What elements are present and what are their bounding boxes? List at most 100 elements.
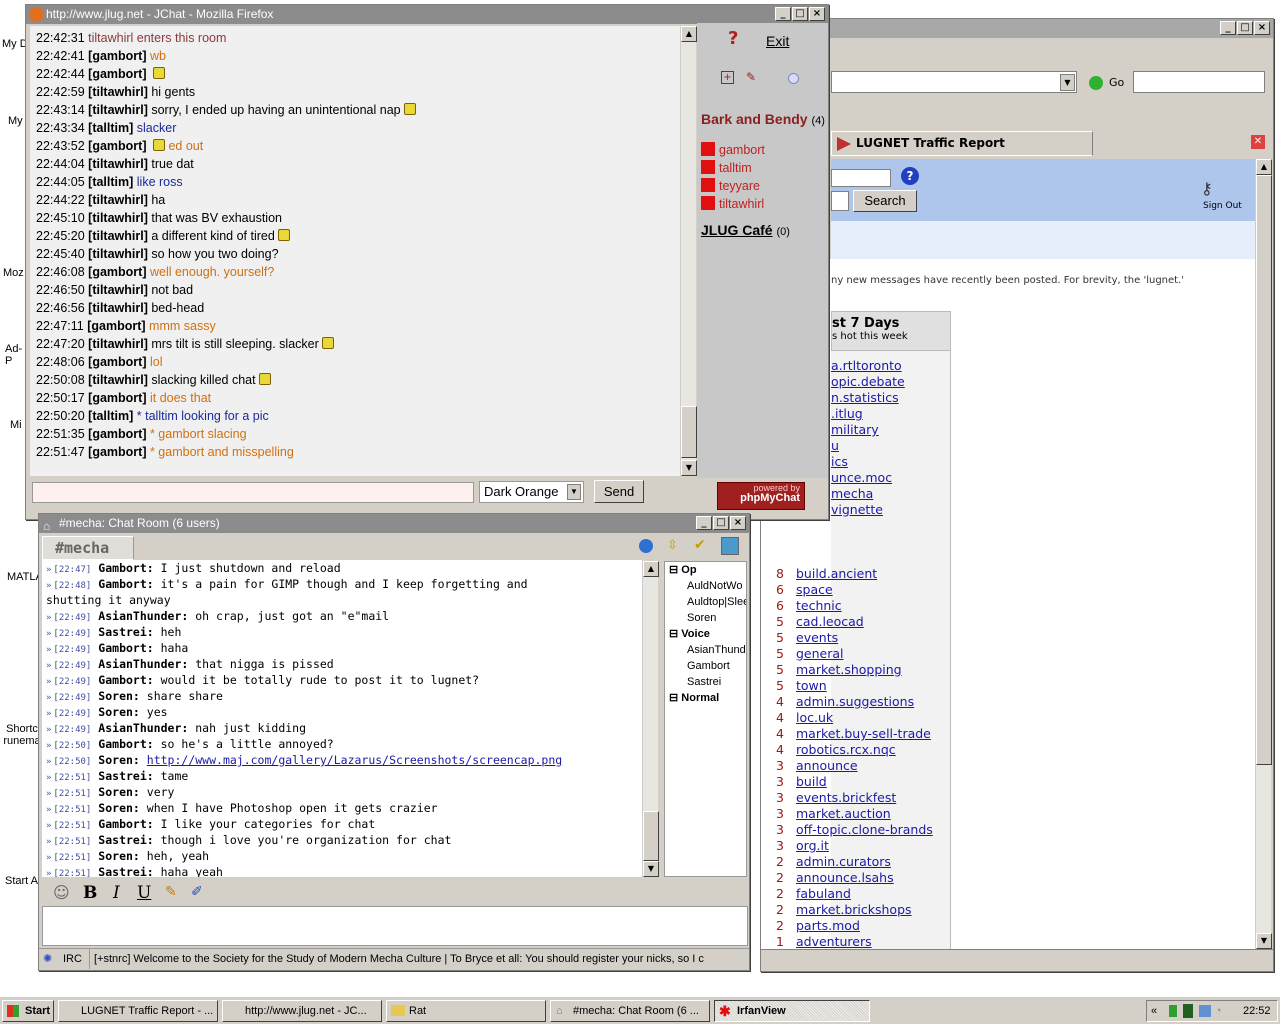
smiley-icon[interactable]: ☺ bbox=[53, 883, 70, 902]
group-link[interactable]: general bbox=[796, 646, 844, 661]
group-link[interactable]: n.statistics bbox=[831, 390, 899, 405]
group-link[interactable]: u bbox=[831, 438, 839, 453]
url-bar[interactable] bbox=[831, 71, 1077, 93]
group-link[interactable]: technic bbox=[796, 598, 842, 613]
minimize-button[interactable]: _ bbox=[696, 516, 712, 530]
group-link[interactable]: military bbox=[831, 422, 879, 437]
maximize-button[interactable]: □ bbox=[792, 7, 808, 21]
scroll-up[interactable]: ▲ bbox=[643, 561, 659, 577]
group-link[interactable]: org.it bbox=[796, 838, 829, 853]
group-link[interactable]: ics bbox=[831, 454, 848, 469]
group-link[interactable]: fabuland bbox=[796, 886, 851, 901]
taskbar-item-irfanview[interactable]: ✱ IrfanView bbox=[714, 1000, 870, 1022]
tree-user[interactable]: Auldtop|Slee bbox=[669, 594, 746, 610]
group-link[interactable]: robotics.rcx.nqc bbox=[796, 742, 896, 757]
group-link[interactable]: vignette bbox=[831, 502, 883, 517]
check-icon[interactable]: ✔ bbox=[694, 537, 706, 553]
help-icon[interactable]: ? bbox=[728, 28, 738, 49]
tree-group[interactable]: ⊟ Normal bbox=[669, 690, 746, 706]
taskbar-item-mecha[interactable]: ⌂ #mecha: Chat Room (6 ... bbox=[550, 1000, 710, 1022]
group-link[interactable]: build bbox=[796, 774, 827, 789]
user-item[interactable]: teyyare bbox=[701, 177, 765, 195]
send-button[interactable]: Send bbox=[594, 480, 644, 503]
desktop-icon-mi[interactable]: Mi bbox=[10, 419, 22, 431]
group-link[interactable]: market.shopping bbox=[796, 662, 902, 677]
group-link[interactable]: loc.uk bbox=[796, 710, 833, 725]
search-box[interactable] bbox=[1133, 71, 1265, 93]
volume-icon[interactable]: ◔ bbox=[1215, 1001, 1222, 1021]
tree-user[interactable]: Sastrei bbox=[669, 674, 746, 690]
desktop-icon-my-computer[interactable]: My bbox=[8, 115, 23, 127]
taskbar-item-lugnet[interactable]: LUGNET Traffic Report - ... bbox=[58, 1000, 218, 1022]
tab-lugnet-traffic[interactable]: LUGNET Traffic Report bbox=[831, 131, 1093, 156]
desktop-icon-adobe[interactable]: Ad-P bbox=[5, 343, 23, 367]
maximize-button[interactable]: □ bbox=[1237, 21, 1253, 35]
network-icon[interactable] bbox=[1169, 1005, 1177, 1017]
tree-user[interactable]: AuldNotWo bbox=[669, 578, 746, 594]
group-link[interactable]: off-topic.clone-brands bbox=[796, 822, 933, 837]
message-input[interactable] bbox=[32, 482, 474, 503]
sign-out-link[interactable]: Sign Out bbox=[1203, 201, 1242, 211]
tab-mecha[interactable]: #mecha bbox=[42, 536, 134, 560]
group-link[interactable]: unce.moc bbox=[831, 470, 892, 485]
room-name[interactable]: Bark and Bendy (4) bbox=[701, 111, 825, 127]
search-input[interactable] bbox=[831, 191, 849, 211]
lugnet-scrollbar[interactable]: ▲ ▼ bbox=[1255, 159, 1272, 949]
scroll-thumb[interactable] bbox=[1256, 175, 1272, 765]
tree-group[interactable]: ⊟ Op bbox=[669, 562, 746, 578]
group-link[interactable]: market.auction bbox=[796, 806, 891, 821]
close-button[interactable]: × bbox=[730, 516, 746, 530]
group-link[interactable]: space bbox=[796, 582, 833, 597]
tree-user[interactable]: Soren bbox=[669, 610, 746, 626]
underline-icon[interactable]: U bbox=[137, 883, 151, 903]
go-button[interactable]: Go bbox=[1109, 76, 1124, 89]
minimize-button[interactable]: _ bbox=[1220, 21, 1236, 35]
group-link[interactable]: parts.mod bbox=[796, 918, 860, 933]
room2-name[interactable]: JLUG Café (0) bbox=[701, 222, 790, 238]
color-icon[interactable]: ✐ bbox=[191, 884, 203, 900]
desktop-icon-start[interactable]: Start A bbox=[5, 875, 38, 887]
scroll-down[interactable]: ▼ bbox=[643, 861, 659, 877]
user-item[interactable]: tiltawhirl bbox=[701, 195, 765, 213]
desktop-icon-my-documents[interactable]: My D bbox=[2, 38, 28, 50]
bold-icon[interactable]: B bbox=[83, 883, 97, 903]
scroll-thumb[interactable] bbox=[681, 406, 697, 458]
close-button[interactable]: × bbox=[809, 7, 825, 21]
group-link[interactable]: admin.suggestions bbox=[796, 694, 914, 709]
go-icon[interactable] bbox=[1089, 76, 1103, 90]
search-button[interactable]: Search bbox=[853, 190, 917, 212]
tree-group[interactable]: ⊟ Voice bbox=[669, 626, 746, 642]
scroll-down[interactable]: ▼ bbox=[1256, 933, 1272, 949]
tree-user[interactable]: Gambort bbox=[669, 658, 746, 674]
scroll-thumb[interactable] bbox=[643, 811, 659, 861]
collapse-icon[interactable]: ⊟ bbox=[669, 692, 681, 704]
desktop-icon-mozilla[interactable]: Moz bbox=[3, 267, 24, 279]
group-link[interactable]: .itlug bbox=[831, 406, 863, 421]
chat-scrollbar[interactable]: ▲ ▼ bbox=[680, 26, 697, 476]
collapse-icon[interactable]: ⊟ bbox=[669, 564, 681, 576]
group-link[interactable]: a.rtltoronto bbox=[831, 358, 902, 373]
group-link[interactable]: market.buy-sell-trade bbox=[796, 726, 931, 741]
group-select[interactable] bbox=[831, 169, 891, 187]
scroll-up[interactable]: ▲ bbox=[1256, 159, 1272, 175]
group-link[interactable]: announce bbox=[796, 758, 858, 773]
panel-toggle-icon[interactable] bbox=[721, 537, 739, 555]
tray-expand-icon[interactable]: « bbox=[1151, 1001, 1157, 1021]
add-icon[interactable]: + bbox=[721, 71, 734, 84]
group-link[interactable]: cad.leocad bbox=[796, 614, 864, 629]
maximize-button[interactable]: □ bbox=[713, 516, 729, 530]
taskbar-item-jchat[interactable]: http://www.jlug.net - JC... bbox=[222, 1000, 382, 1022]
scroll-down[interactable]: ▼ bbox=[681, 460, 697, 476]
group-link[interactable]: mecha bbox=[831, 486, 873, 501]
group-link[interactable]: adventurers bbox=[796, 934, 872, 949]
jchat-title-bar[interactable]: http://www.jlug.net - JChat - Mozilla Fi… bbox=[26, 5, 828, 24]
tree-user[interactable]: AsianThund bbox=[669, 642, 746, 658]
group-link[interactable]: build.ancient bbox=[796, 566, 877, 581]
clock-icon[interactable] bbox=[639, 539, 653, 553]
group-link[interactable]: announce.lsahs bbox=[796, 870, 894, 885]
group-link[interactable]: town bbox=[796, 678, 827, 693]
close-tab-icon[interactable]: ✕ bbox=[1251, 135, 1265, 149]
group-link[interactable]: opic.debate bbox=[831, 374, 905, 389]
meter-icon[interactable] bbox=[1183, 1004, 1193, 1018]
highlight-icon[interactable]: ✎ bbox=[165, 884, 177, 900]
